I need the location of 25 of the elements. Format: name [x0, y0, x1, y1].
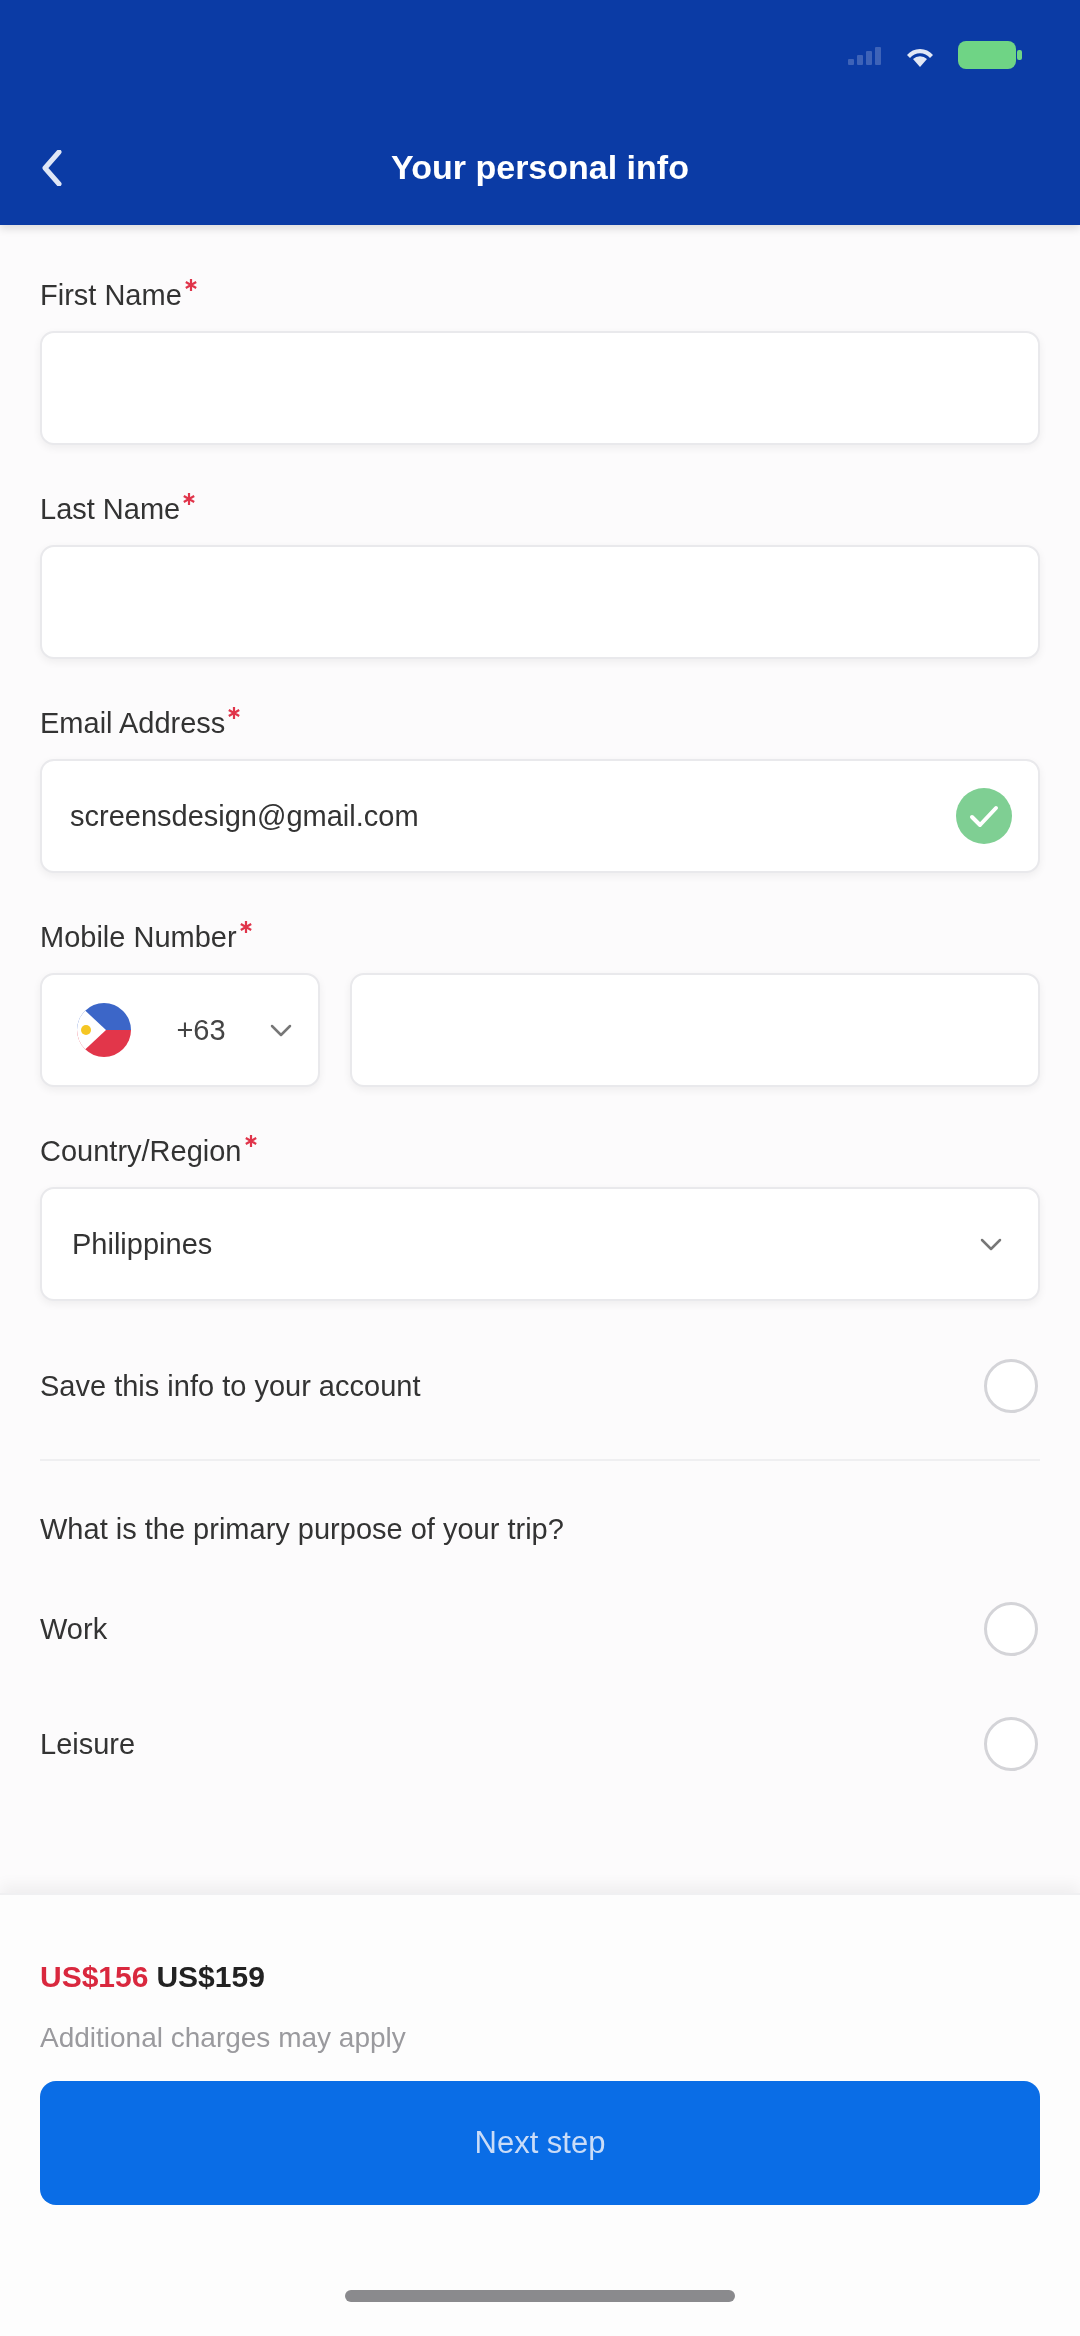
field-label: Last Name [40, 492, 181, 527]
field-label: First Name [40, 278, 182, 313]
chevron-down-icon [980, 1237, 1002, 1251]
question-text: What is the primary purpose of your trip? [40, 1512, 565, 1547]
field-label: Mobile Number [40, 920, 237, 955]
charges-note: Additional charges may apply [40, 2021, 407, 2055]
flag-icon [76, 1002, 132, 1058]
field-label: Country/Region [40, 1134, 242, 1169]
email-field[interactable]: screensdesign@gmail.com [40, 759, 1040, 873]
price-text: US$159 [156, 1959, 265, 1995]
page-title: Your personal info [390, 148, 690, 187]
radio-button[interactable] [984, 1601, 1038, 1656]
country-select[interactable]: Philippines [40, 1187, 1040, 1301]
signal-icon [848, 45, 882, 65]
price-text: US$156 [40, 1959, 149, 1995]
radio-button[interactable] [984, 1716, 1038, 1771]
checkbox[interactable] [984, 1359, 1038, 1413]
country-code-select[interactable]: +63 [40, 973, 320, 1087]
radio-label: Leisure [40, 1726, 136, 1762]
checkbox-label: Save this info to your account [40, 1369, 421, 1404]
field-label: Email Address [40, 706, 226, 741]
chevron-left-icon [41, 149, 63, 186]
chevron-down-icon [270, 1023, 292, 1037]
radio-label: Work [40, 1611, 108, 1647]
battery-icon [958, 41, 1022, 69]
